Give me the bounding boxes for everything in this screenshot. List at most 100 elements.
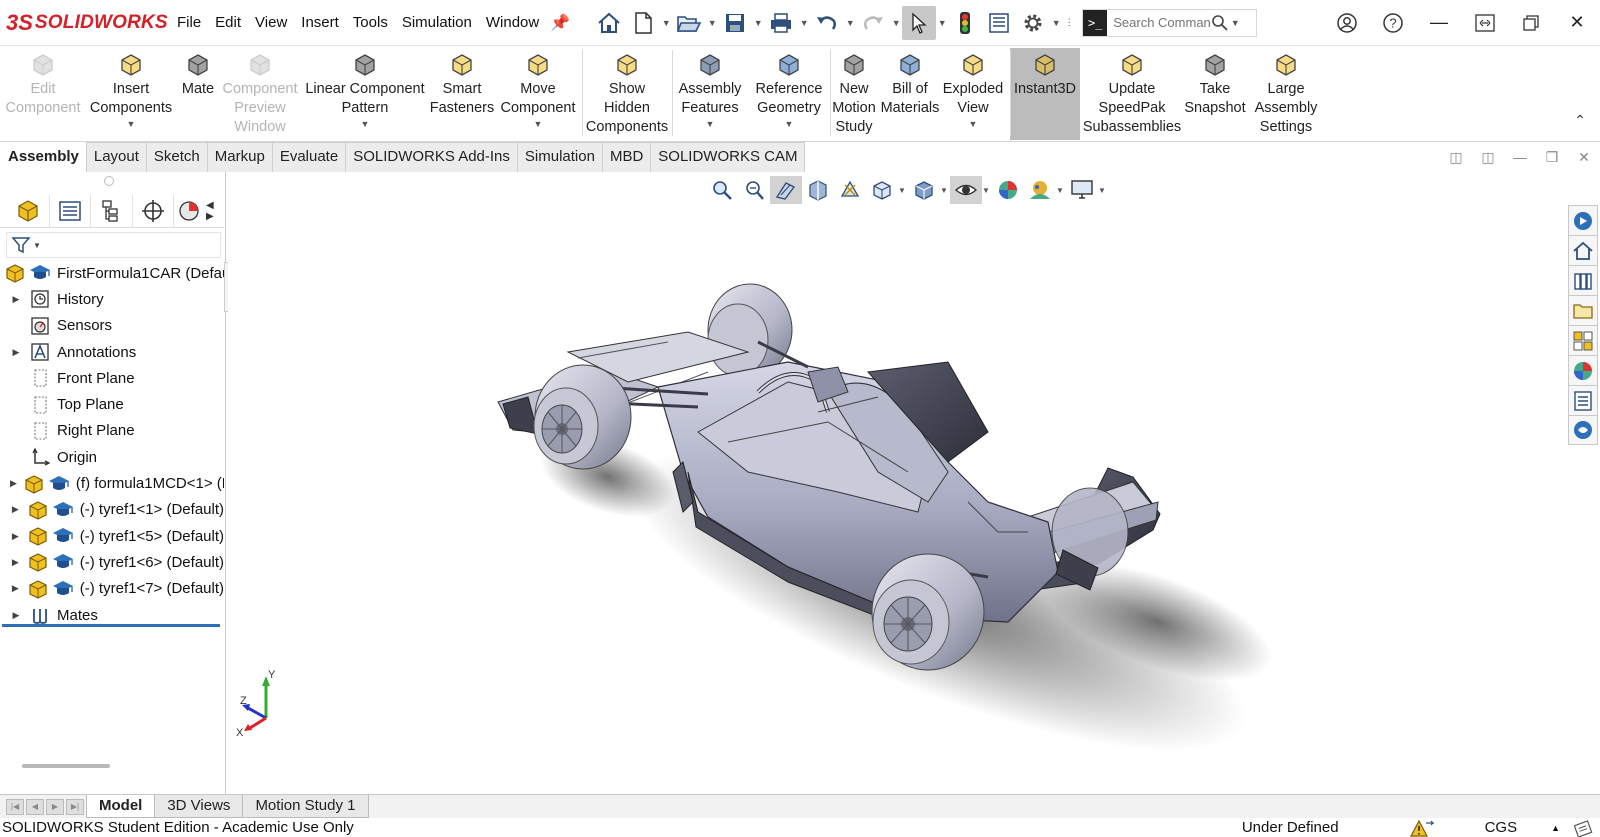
undo-button[interactable] xyxy=(810,6,844,40)
tab-assembly[interactable]: Assembly xyxy=(0,142,87,172)
file-explorer-tab[interactable] xyxy=(1568,295,1598,325)
print-dropdown-caret[interactable]: ▼ xyxy=(798,18,810,28)
command-dropdown-caret[interactable]: ▼ xyxy=(361,119,370,129)
dimxpert-manager-tab[interactable] xyxy=(133,194,175,227)
command-dropdown-caret[interactable]: ▼ xyxy=(534,119,543,129)
unit-system-caret[interactable]: ▲ xyxy=(1551,823,1560,833)
welcome-home-button[interactable] xyxy=(592,6,626,40)
open-dropdown-caret[interactable]: ▼ xyxy=(706,18,718,28)
tree-item[interactable]: Origin xyxy=(0,444,224,470)
menu-view[interactable]: View xyxy=(248,8,294,38)
doc-minimize-icon[interactable]: — xyxy=(1504,149,1536,165)
linear-component-pattern-button[interactable]: Linear Component Pattern ▼ xyxy=(300,48,430,140)
expand-arrow-icon[interactable]: ▶ xyxy=(10,583,21,594)
tree-item[interactable]: ▶ Annotations xyxy=(0,339,224,365)
search-icon[interactable] xyxy=(1211,14,1229,32)
new-motion-study-button[interactable]: New Motion Study xyxy=(830,48,878,140)
formula1-car-model[interactable] xyxy=(228,172,1568,794)
filter-dropdown-caret[interactable]: ▼ xyxy=(33,241,41,250)
account-button[interactable] xyxy=(1324,0,1370,46)
tab-mbd[interactable]: MBD xyxy=(601,142,652,172)
bottom-tab-3d-views[interactable]: 3D Views xyxy=(154,795,244,818)
command-dropdown-caret[interactable]: ▼ xyxy=(969,119,978,129)
feature-manager-tab[interactable] xyxy=(8,194,50,227)
reference-geometry-button[interactable]: Reference Geometry ▼ xyxy=(748,48,830,140)
expand-arrow-icon[interactable]: ▶ xyxy=(10,294,22,305)
menu-tools[interactable]: Tools xyxy=(346,8,395,38)
tab-markup[interactable]: Markup xyxy=(206,142,273,172)
menu-insert[interactable]: Insert xyxy=(294,8,346,38)
display-manager-tab[interactable] xyxy=(174,195,204,227)
design-library-tab[interactable] xyxy=(1568,265,1598,295)
open-button[interactable] xyxy=(672,6,706,40)
save-button[interactable] xyxy=(718,6,752,40)
command-dropdown-caret[interactable]: ▼ xyxy=(127,119,136,129)
expand-arrow-icon[interactable]: ▶ xyxy=(10,557,21,568)
configuration-manager-tab[interactable] xyxy=(91,194,133,227)
expand-arrow-icon[interactable]: ▶ xyxy=(10,478,17,489)
options-button[interactable] xyxy=(1016,6,1050,40)
expand-arrow-icon[interactable]: ▶ xyxy=(10,347,22,358)
exploded-view-button[interactable]: Exploded View ▼ xyxy=(942,48,1004,140)
tree-item[interactable]: ▶ (-) tyref1<7> (Default) xyxy=(0,576,224,602)
command-dropdown-caret[interactable]: ▼ xyxy=(706,119,715,129)
assembly-features-button[interactable]: Assembly Features ▼ xyxy=(672,48,748,140)
expand-arrow-icon[interactable]: ▶ xyxy=(10,504,21,515)
tree-item[interactable]: FirstFormula1CAR (Default<Display State-… xyxy=(0,260,224,286)
rollback-bar[interactable] xyxy=(2,624,220,627)
expand-arrow-icon[interactable]: ▶ xyxy=(10,531,21,542)
tab-sketch[interactable]: Sketch xyxy=(145,142,208,172)
doc-restore-icon[interactable]: ❐ xyxy=(1536,149,1568,166)
solidworks-forum-tab[interactable] xyxy=(1568,415,1598,445)
panel-pin-icon[interactable] xyxy=(104,176,114,186)
edit-component-button[interactable]: Edit Component xyxy=(0,48,86,140)
prev-tab-arrow[interactable]: ◀ xyxy=(26,798,44,815)
graphics-area[interactable]: ▼ ▼ ▼ ▼ ▼ Y Z X xyxy=(228,172,1568,794)
tile-left-icon[interactable]: ◫ xyxy=(1440,149,1472,166)
options-dropdown-caret[interactable]: ▼ xyxy=(1050,18,1062,28)
collapse-command-manager-icon[interactable]: ⌃ xyxy=(1574,112,1586,129)
command-dropdown-caret[interactable]: ▼ xyxy=(785,119,794,129)
tree-item[interactable]: Front Plane xyxy=(0,365,224,391)
undo-dropdown-caret[interactable]: ▼ xyxy=(844,18,856,28)
menu-simulation[interactable]: Simulation xyxy=(395,8,479,38)
tree-item[interactable]: ▶ History xyxy=(0,286,224,312)
tab-simulation[interactable]: Simulation xyxy=(516,142,603,172)
maximize-button[interactable] xyxy=(1508,0,1554,46)
tree-item[interactable]: Right Plane xyxy=(0,418,224,444)
tab-evaluate[interactable]: Evaluate xyxy=(271,142,347,172)
tree-item[interactable]: ▶ (-) tyref1<5> (Default) xyxy=(0,523,224,549)
solidworks-logo[interactable]: 3S SOLIDWORKS xyxy=(0,0,170,46)
tree-item[interactable]: Sensors xyxy=(0,313,224,339)
menu-window[interactable]: Window xyxy=(479,8,546,38)
save-dropdown-caret[interactable]: ▼ xyxy=(752,18,764,28)
move-component-button[interactable]: Move Component ▼ xyxy=(494,48,582,140)
bill-of-materials-button[interactable]: Bill of Materials xyxy=(878,48,942,140)
view-palette-tab[interactable] xyxy=(1568,325,1598,355)
show-hidden-components-button[interactable]: Show Hidden Components xyxy=(582,48,672,140)
rebuild-button[interactable] xyxy=(948,6,982,40)
appearances-scenes-tab[interactable] xyxy=(1568,355,1598,385)
help-button[interactable]: ? xyxy=(1370,0,1416,46)
select-button[interactable] xyxy=(902,5,937,40)
tab-solidworks-add-ins[interactable]: SOLIDWORKS Add-Ins xyxy=(345,142,518,172)
redo-dropdown-caret[interactable]: ▼ xyxy=(890,18,902,28)
insert-components-button[interactable]: Insert Components ▼ xyxy=(86,48,176,140)
tree-item[interactable]: ▶ (-) tyref1<6> (Default) xyxy=(0,549,224,575)
tile-right-icon[interactable]: ◫ xyxy=(1472,149,1504,166)
property-manager-tab[interactable] xyxy=(50,194,92,227)
large-assembly-settings-button[interactable]: Large Assembly Settings xyxy=(1246,48,1326,140)
file-properties-button[interactable] xyxy=(982,6,1016,40)
mate-button[interactable]: Mate xyxy=(176,48,220,140)
smart-fasteners-button[interactable]: Smart Fasteners xyxy=(430,48,494,140)
tree-filter[interactable]: ▼ xyxy=(6,232,221,258)
restore-panes-button[interactable] xyxy=(1462,0,1508,46)
first-tab-arrow[interactable]: |◀ xyxy=(6,798,24,815)
minimize-button[interactable]: — xyxy=(1416,0,1462,46)
close-button[interactable]: ✕ xyxy=(1554,0,1600,46)
redo-button[interactable] xyxy=(856,6,890,40)
customize-status-bar-icon[interactable] xyxy=(1574,819,1596,837)
next-tab-arrow[interactable]: ▶ xyxy=(46,798,64,815)
new-dropdown-caret[interactable]: ▼ xyxy=(660,18,672,28)
bottom-tab-model[interactable]: Model xyxy=(86,795,156,818)
